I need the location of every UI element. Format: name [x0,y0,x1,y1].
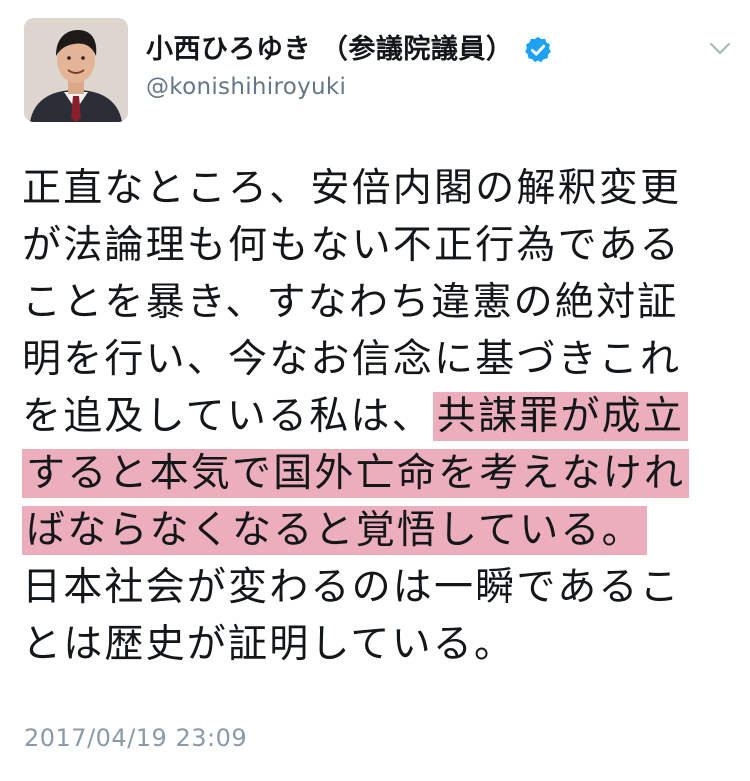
tweet-line-text: 明を行い、今なお信念に基づきこれ [22,337,682,382]
chevron-down-icon[interactable] [706,36,734,60]
verified-badge-icon [525,36,552,63]
tweet-line: 日本社会が変わるのは一瞬であるこ [22,559,734,616]
tweet-line-text: とは歴史が証明している。 [22,622,516,667]
tweet-text: 正直なところ、安倍内閣の解釈変更 が法論理も何もない不正行為である ことを暴き、… [22,160,734,673]
author-handle[interactable]: @konishihiroyuki [146,72,346,102]
avatar[interactable] [24,18,128,122]
tweet-line: ばならなくなると覚悟している。 [22,502,734,559]
tweet-line: 正直なところ、安倍内閣の解釈変更 [22,160,734,217]
author-display-name[interactable]: 小西ひろゆき （参議院議員） [146,32,513,68]
tweet-line: ことを暴き、すなわち違憲の絶対証 [22,274,734,331]
tweet-line-text: ことを暴き、すなわち違憲の絶対証 [22,280,679,325]
avatar-image [24,18,128,122]
tweet-line-text: 日本社会が変わるのは一瞬であるこ [22,565,681,610]
tweet-line-text: を追及している私は、 [22,394,433,439]
tweet-card: 小西ひろゆき （参議院議員） @konishihiroyuki 正直なところ、安… [0,0,750,781]
highlighted-text: すると本気で国外亡命を考えなけれ [22,449,690,498]
tweet-line: が法論理も何もない不正行為である [22,217,734,274]
highlighted-text: 共謀罪が成立 [432,392,689,441]
tweet-line: 明を行い、今なお信念に基づきこれ [22,331,734,388]
tweet-line: とは歴史が証明している。 [22,616,734,673]
author-name-row[interactable]: 小西ひろゆき （参議院議員） [146,32,553,68]
tweet-timestamp[interactable]: 2017/04/19 23:09 [24,722,247,754]
tweet-line-text: が法論理も何もない不正行為である [22,223,681,268]
tweet-line-text: 正直なところ、安倍内閣の解釈変更 [22,166,682,211]
highlighted-text: ばならなくなると覚悟している。 [22,506,647,555]
tweet-line: を追及している私は、 共謀罪が成立 [22,388,734,445]
tweet-line: すると本気で国外亡命を考えなけれ [22,445,734,502]
